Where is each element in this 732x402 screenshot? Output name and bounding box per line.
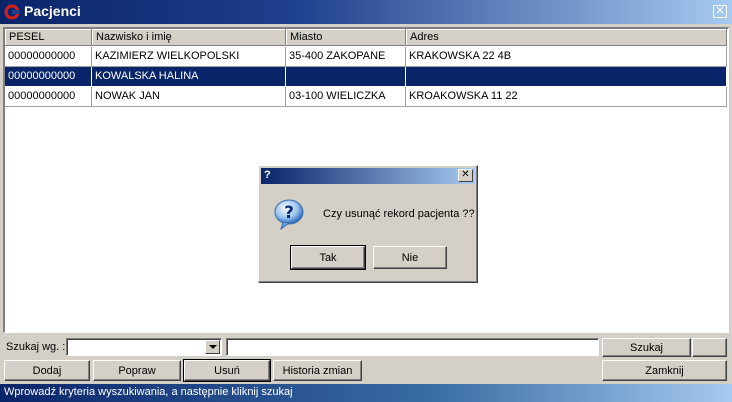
table-cell: 35-400 ZAKOPANE	[286, 47, 406, 67]
table-row[interactable]: 00000000000 KOWALSKA HALINA	[5, 67, 727, 87]
confirm-dialog: ? ✕ ? Czy usunąć rekord pacjenta ?? Tak …	[258, 165, 478, 283]
table-cell: 00000000000	[5, 67, 92, 87]
table-cell	[406, 67, 727, 87]
yes-button[interactable]: Tak	[290, 245, 366, 270]
column-header-city[interactable]: Miasto	[286, 29, 406, 46]
svg-text:?: ?	[284, 203, 294, 223]
no-button[interactable]: Nie	[373, 246, 447, 269]
close-icon: ✕	[715, 5, 725, 17]
search-field-select[interactable]	[66, 338, 222, 356]
dialog-message: Czy usunąć rekord pacjenta ??	[323, 208, 475, 220]
close-icon: ✕	[461, 169, 470, 180]
table-cell: KRAKOWSKA 22 4B	[406, 47, 727, 67]
title-bar[interactable]: Pacjenci ✕	[0, 0, 732, 24]
dropdown-button[interactable]	[205, 340, 220, 354]
window-title: Pacjenci	[24, 3, 81, 19]
column-header-pesel[interactable]: PESEL	[5, 29, 92, 46]
status-text: Wprowadź kryteria wyszukiwania, a następ…	[4, 386, 293, 398]
table-cell: 03-100 WIELICZKA	[286, 87, 406, 107]
dialog-close-button[interactable]: ✕	[458, 169, 473, 182]
table-cell: KAZIMIERZ WIELKOPOLSKI	[92, 47, 286, 67]
status-bar: Wprowadź kryteria wyszukiwania, a następ…	[0, 384, 732, 402]
history-button[interactable]: Historia zmian	[273, 360, 362, 381]
patients-window: Pacjenci ✕ PESEL Nazwisko i imię Miasto …	[0, 0, 732, 402]
dialog-title-bar[interactable]: ? ✕	[261, 168, 475, 184]
edit-button[interactable]: Popraw	[93, 360, 181, 381]
dialog-title: ?	[264, 169, 271, 181]
column-header-address[interactable]: Adres	[406, 29, 727, 46]
app-icon	[4, 4, 20, 20]
close-button[interactable]: Zamknij	[602, 360, 727, 381]
chevron-down-icon	[209, 345, 217, 349]
table-cell: 00000000000	[5, 87, 92, 107]
table-cell: KROAKOWSKA 11 22	[406, 87, 727, 107]
table-cell: 00000000000	[5, 47, 92, 67]
search-input[interactable]	[226, 338, 599, 356]
search-button[interactable]: Szukaj	[602, 338, 691, 357]
question-icon: ?	[274, 199, 304, 230]
search-by-label: Szukaj wg. :	[6, 341, 66, 353]
add-button[interactable]: Dodaj	[4, 360, 90, 381]
table-cell: KOWALSKA HALINA	[92, 67, 286, 87]
table-row[interactable]: 00000000000 KAZIMIERZ WIELKOPOLSKI 35-400 …	[5, 47, 727, 67]
delete-button[interactable]: Usuń	[183, 359, 271, 382]
table-cell: NOWAK JAN	[92, 87, 286, 107]
extra-button[interactable]	[692, 338, 727, 357]
table-cell	[286, 67, 406, 87]
column-header-name[interactable]: Nazwisko i imię	[92, 29, 286, 46]
table-row[interactable]: 00000000000 NOWAK JAN 03-100 WIELICZKA KROA…	[5, 87, 727, 107]
window-close-button[interactable]: ✕	[713, 5, 727, 18]
